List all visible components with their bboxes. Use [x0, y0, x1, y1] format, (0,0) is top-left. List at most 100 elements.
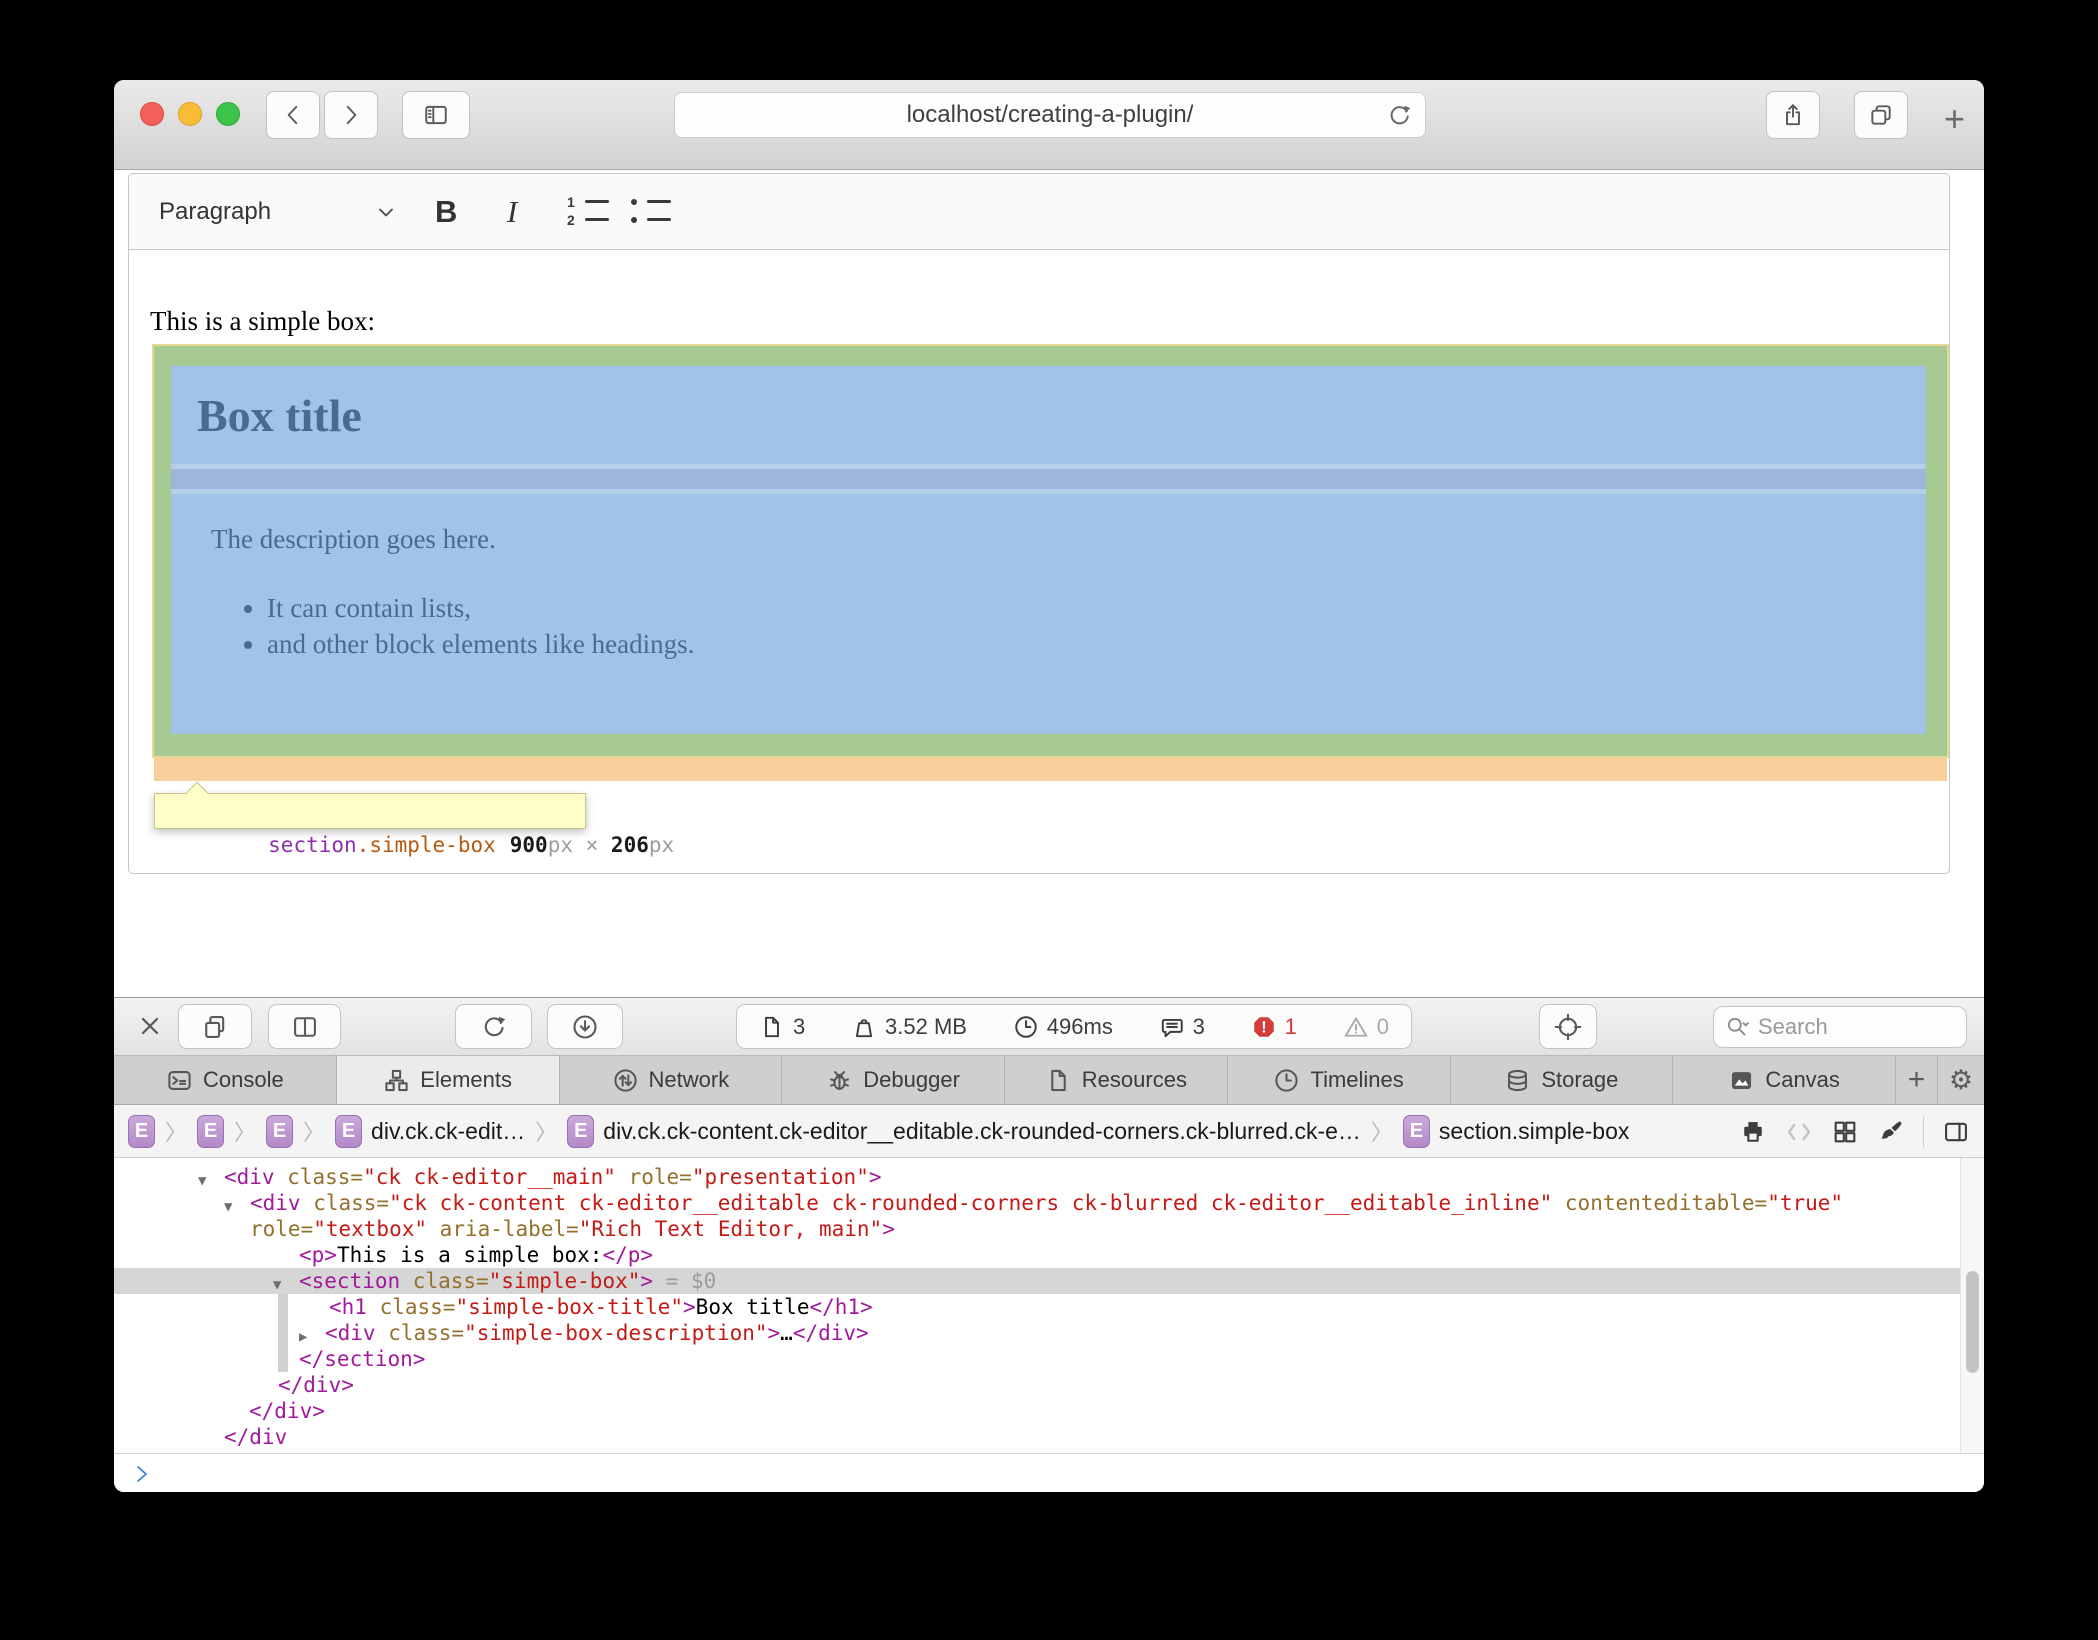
tab-console[interactable]: Console: [114, 1056, 337, 1104]
dom-tree[interactable]: ▼<div class="ck ck-editor__main" role="p…: [114, 1158, 1984, 1453]
dom-node[interactable]: <h1 class="simple-box-title">Box title</…: [114, 1294, 1984, 1320]
indent-guide: [278, 1294, 288, 1372]
zoom-window-button[interactable]: [216, 102, 240, 126]
share-button[interactable]: [1766, 91, 1820, 139]
settings-gear-button[interactable]: ⚙: [1938, 1056, 1984, 1104]
new-tab-button[interactable]: +: [1944, 98, 1965, 140]
console-prompt[interactable]: [114, 1453, 1984, 1492]
sidebar-icon: [423, 102, 449, 128]
forward-button[interactable]: [324, 91, 378, 139]
dom-node-selected[interactable]: ▼<section class="simple-box"> = $0: [114, 1268, 1960, 1294]
italic-button[interactable]: I: [507, 174, 517, 250]
document-icon: [759, 1014, 785, 1040]
stat-document[interactable]: 3: [759, 1014, 805, 1040]
network-tab-icon: [612, 1067, 639, 1094]
close-icon[interactable]: [138, 1014, 162, 1038]
scrollbar-track[interactable]: [1960, 1158, 1984, 1453]
dom-node[interactable]: </div>: [114, 1372, 1984, 1398]
tab-resources[interactable]: Resources: [1005, 1056, 1228, 1104]
close-window-button[interactable]: [140, 102, 164, 126]
element-badge: E: [1403, 1115, 1430, 1148]
tab-overview-button[interactable]: [1854, 91, 1908, 139]
box-bullet-list: It can contain lists, and other block el…: [237, 590, 694, 662]
dom-node[interactable]: ▼<div class="ck ck-editor__main" role="p…: [114, 1164, 1984, 1190]
stat-weight[interactable]: 3.52 MB: [851, 1014, 967, 1040]
dom-node[interactable]: </div: [114, 1424, 1984, 1450]
back-button[interactable]: [266, 91, 320, 139]
dom-node[interactable]: role="textbox" aria-label="Rich Text Edi…: [114, 1216, 1984, 1242]
tab-canvas[interactable]: Canvas: [1673, 1056, 1896, 1104]
box-title-block[interactable]: Box title: [171, 366, 1926, 464]
stat-value: 3.52 MB: [885, 1014, 967, 1040]
paintbrush-button[interactable]: [1877, 1118, 1905, 1146]
breadcrumb-item[interactable]: Ediv.ck.ck-edit…: [335, 1115, 525, 1148]
tab-debugger[interactable]: Debugger: [782, 1056, 1005, 1104]
resource-stats[interactable]: 3 3.52 MB 496ms 3 !1 0: [736, 1004, 1412, 1049]
bulleted-list-button[interactable]: [627, 174, 671, 250]
element-picker-button[interactable]: [1539, 1004, 1597, 1049]
search-input[interactable]: [1756, 1013, 1926, 1041]
inspector-search[interactable]: [1713, 1006, 1967, 1048]
editor-paragraph[interactable]: This is a simple box:: [150, 306, 375, 337]
tab-timelines[interactable]: Timelines: [1228, 1056, 1451, 1104]
breadcrumb-item[interactable]: Esection.simple-box: [1403, 1115, 1629, 1148]
dom-node[interactable]: </section>: [114, 1346, 1984, 1372]
code-brackets-button[interactable]: [1785, 1118, 1813, 1146]
grid-button[interactable]: [1831, 1118, 1859, 1146]
minimize-window-button[interactable]: [178, 102, 202, 126]
tabs-icon: [1868, 102, 1894, 128]
dock-side-button[interactable]: [178, 1004, 252, 1049]
download-icon: [571, 1013, 599, 1041]
dock-copy-icon: [201, 1013, 229, 1041]
stat-warning-triangle[interactable]: 0: [1343, 1014, 1389, 1040]
breadcrumb-item[interactable]: E: [197, 1115, 224, 1148]
speech-bubble-icon: [1159, 1014, 1185, 1040]
numbered-list-button[interactable]: 1 2: [565, 174, 609, 250]
sidebar-right-button[interactable]: [1942, 1118, 1970, 1146]
editor-toolbar: Paragraph B I 1 2: [129, 174, 1949, 250]
breadcrumb-item[interactable]: E: [128, 1115, 155, 1148]
bold-label: B: [435, 194, 457, 230]
italic-label: I: [507, 194, 517, 230]
tab-elements[interactable]: Elements: [337, 1056, 560, 1104]
dom-node[interactable]: </div>: [114, 1398, 1984, 1424]
stat-error-badge[interactable]: !1: [1251, 1014, 1297, 1040]
download-button[interactable]: [547, 1004, 623, 1049]
breadcrumb-separator: 〉: [1371, 1115, 1393, 1147]
list-item: It can contain lists,: [267, 590, 694, 626]
box-description-block[interactable]: The description goes here. It can contai…: [171, 494, 1926, 734]
storage-tab-icon: [1504, 1067, 1531, 1094]
reload-page-button[interactable]: [455, 1004, 532, 1049]
tab-label: Storage: [1541, 1067, 1618, 1093]
split-view-button[interactable]: [268, 1004, 341, 1049]
paragraph-dropdown[interactable]: Paragraph: [159, 174, 271, 250]
breadcrumb-item[interactable]: E: [266, 1115, 293, 1148]
inspected-section-highlight: Box title The description goes here. It …: [154, 346, 1947, 756]
add-tab-button[interactable]: +: [1896, 1056, 1938, 1104]
element-badge: E: [197, 1115, 224, 1148]
tab-network[interactable]: Network: [560, 1056, 783, 1104]
error-badge-icon: !: [1251, 1014, 1277, 1040]
printer-button[interactable]: [1739, 1118, 1767, 1146]
crosshair-icon: [1554, 1013, 1582, 1041]
stat-speech-bubble[interactable]: 3: [1159, 1014, 1205, 1040]
dom-node[interactable]: ▶<div class="simple-box-description">…</…: [114, 1320, 1984, 1346]
browser-titlebar: localhost/creating-a-plugin/ +: [114, 80, 1984, 170]
stat-clock[interactable]: 496ms: [1013, 1014, 1113, 1040]
reload-icon[interactable]: [1386, 102, 1413, 129]
scrollbar-thumb[interactable]: [1966, 1271, 1979, 1373]
address-bar[interactable]: localhost/creating-a-plugin/: [674, 92, 1426, 138]
tab-label: Timelines: [1310, 1067, 1403, 1093]
dom-node[interactable]: <p>This is a simple box:</p>: [114, 1242, 1984, 1268]
chevron-down-icon[interactable]: [374, 174, 398, 250]
element-badge: E: [128, 1115, 155, 1148]
bold-button[interactable]: B: [435, 174, 457, 250]
box-title-text: Box title: [197, 389, 362, 442]
breadcrumb-item[interactable]: Ediv.ck.ck-content.ck-editor__editable.c…: [567, 1115, 1361, 1148]
tab-storage[interactable]: Storage: [1451, 1056, 1674, 1104]
resources-tab-icon: [1045, 1067, 1072, 1094]
tab-label: Canvas: [1765, 1067, 1840, 1093]
dom-node[interactable]: ▼<div class="ck ck-content ck-editor__ed…: [114, 1190, 1984, 1216]
sidebar-toggle-button[interactable]: [402, 91, 470, 139]
debugger-tab-icon: [826, 1067, 853, 1094]
